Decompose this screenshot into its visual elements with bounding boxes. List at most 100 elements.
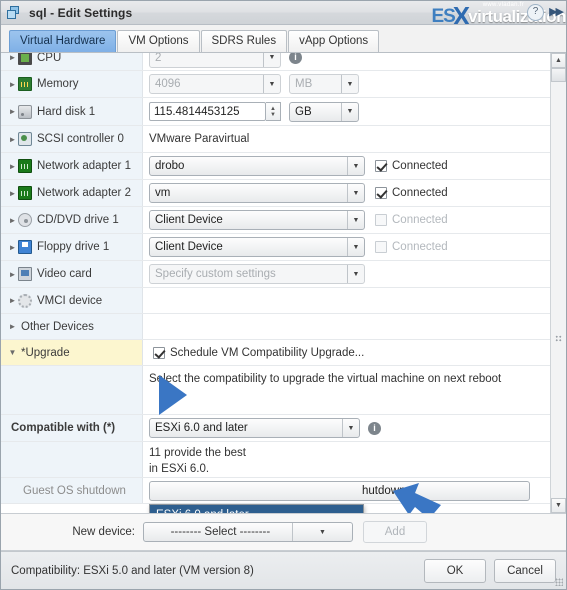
chevron-down-icon[interactable]: ▼ xyxy=(347,238,364,256)
expand-icon[interactable]: ► xyxy=(7,189,18,198)
chevron-down-icon[interactable]: ▼ xyxy=(263,75,280,93)
scrollbar-thumb[interactable] xyxy=(551,68,566,82)
compatible-with-combo[interactable]: ESXi 6.0 and later ▼ xyxy=(149,418,360,438)
help-button[interactable]: ? xyxy=(527,4,544,21)
expand-icon[interactable]: ► xyxy=(7,53,18,62)
table-row[interactable]: ► CPU 2 ▼ i xyxy=(1,53,550,71)
tab-vapp-options[interactable]: vApp Options xyxy=(288,30,380,52)
checkbox-icon[interactable] xyxy=(375,160,387,172)
table-row[interactable]: ► Floppy drive 1 Client Device ▼ Connect… xyxy=(1,234,550,261)
network-adapter-1-combo[interactable]: drobo ▼ xyxy=(149,156,365,176)
memory-unit-combo[interactable]: MB ▼ xyxy=(289,74,359,94)
table-row[interactable]: ► CD/DVD drive 1 Client Device ▼ Connect… xyxy=(1,207,550,234)
hard-disk-unit-combo[interactable]: GB ▼ xyxy=(289,101,359,122)
row-label-scsi: ► SCSI controller 0 xyxy=(1,126,143,152)
table-row[interactable]: ► VMCI device xyxy=(1,288,550,314)
annotation-cursor-info xyxy=(393,483,441,513)
table-row[interactable]: ► Other Devices xyxy=(1,314,550,340)
checkbox-icon[interactable] xyxy=(153,346,165,359)
memory-unit: MB xyxy=(295,78,313,90)
schedule-upgrade-checkbox[interactable]: Schedule VM Compatibility Upgrade... xyxy=(153,346,364,359)
network-adapter-1-connected[interactable]: Connected xyxy=(375,160,448,172)
upgrade-description-spacer xyxy=(1,366,143,414)
memory-value: 4096 xyxy=(155,78,181,90)
new-device-select[interactable]: -------- Select -------- ▼ xyxy=(143,522,353,542)
cpu-value: 2 xyxy=(155,53,162,64)
chevron-down-icon[interactable]: ▼ xyxy=(347,157,364,175)
expand-icon[interactable]: ► xyxy=(7,162,18,171)
checkbox-icon[interactable] xyxy=(375,241,387,253)
cancel-button[interactable]: Cancel xyxy=(494,558,556,583)
table-row[interactable]: ► Memory 4096 ▼ MB ▼ xyxy=(1,71,550,98)
info-icon[interactable]: i xyxy=(289,53,302,64)
hardware-grid: ► CPU 2 ▼ i ► Memory 4096 ▼ MB ▼ ► Hard … xyxy=(1,53,550,513)
stepper-down-icon[interactable]: ▼ xyxy=(270,112,276,118)
expand-icon[interactable]: ► xyxy=(7,243,18,252)
logo-x-text: X xyxy=(452,1,471,25)
network-adapter-2-combo[interactable]: vm ▼ xyxy=(149,183,365,203)
guest-os-shutdown-row[interactable]: Guest OS shutdown hutdown xyxy=(1,478,550,504)
chevron-down-icon[interactable]: ▼ xyxy=(341,75,358,93)
table-row[interactable]: ► Network adapter 2 vm ▼ Connected xyxy=(1,180,550,207)
table-row[interactable]: ► Hard disk 1 115.4814453125 ▲ ▼ GB ▼ xyxy=(1,98,550,126)
compatibility-help-spacer xyxy=(1,442,143,477)
window-resize-grip[interactable] xyxy=(555,578,563,586)
tab-bar: Virtual Hardware VM Options SDRS Rules v… xyxy=(1,25,566,53)
guest-os-shutdown-label: Guest OS shutdown xyxy=(1,478,143,503)
table-row[interactable]: ► SCSI controller 0 VMware Paravirtual xyxy=(1,126,550,153)
expand-icon[interactable]: ► xyxy=(7,296,18,305)
collapse-icon[interactable]: ▶▶ xyxy=(549,5,564,18)
tab-virtual-hardware[interactable]: Virtual Hardware xyxy=(9,30,117,52)
chevron-down-icon[interactable]: ▼ xyxy=(347,265,364,283)
ok-button[interactable]: OK xyxy=(424,558,486,583)
cpu-combo[interactable]: 2 ▼ xyxy=(149,53,281,68)
scroll-down-icon[interactable]: ▼ xyxy=(551,498,566,513)
table-row[interactable]: ► Network adapter 1 drobo ▼ Connected xyxy=(1,153,550,180)
table-row[interactable]: ► Video card Specify custom settings ▼ xyxy=(1,261,550,288)
collapse-icon[interactable]: ▼ xyxy=(7,348,18,357)
network-adapter-2-connected[interactable]: Connected xyxy=(375,187,448,199)
guest-os-shutdown-combo[interactable]: hutdown xyxy=(149,480,530,501)
chevron-down-icon[interactable]: ▼ xyxy=(291,523,352,541)
compatible-with-row[interactable]: Compatible with (*) ESXi 6.0 and later ▼… xyxy=(1,415,550,442)
memory-value-combo[interactable]: 4096 ▼ xyxy=(149,74,281,94)
scroll-up-icon[interactable]: ▲ xyxy=(551,53,566,68)
chevron-down-icon[interactable]: ▼ xyxy=(341,102,358,121)
chevron-down-icon[interactable]: ▼ xyxy=(347,211,364,229)
row-label-network-adapter-1: ► Network adapter 1 xyxy=(1,153,143,179)
annotation-arrow-upgrade xyxy=(159,375,187,415)
add-device-button[interactable]: Add xyxy=(363,521,427,543)
video-card-combo[interactable]: Specify custom settings ▼ xyxy=(149,264,365,284)
expand-icon[interactable]: ► xyxy=(7,135,18,144)
floppy-connected[interactable]: Connected xyxy=(375,241,448,253)
expand-icon[interactable]: ► xyxy=(7,216,18,225)
tab-sdrs-rules[interactable]: SDRS Rules xyxy=(200,30,288,52)
info-icon[interactable]: i xyxy=(368,421,381,435)
expand-icon[interactable]: ► xyxy=(7,107,18,116)
cpu-icon xyxy=(18,53,32,65)
scsi-controller-icon xyxy=(18,132,32,146)
floppy-combo[interactable]: Client Device ▼ xyxy=(149,237,365,257)
hard-disk-size-value: 115.4814453125 xyxy=(154,105,240,118)
checkbox-icon[interactable] xyxy=(375,214,387,226)
cd-dvd-connected[interactable]: Connected xyxy=(375,214,448,226)
chevron-down-icon[interactable]: ▼ xyxy=(347,184,364,202)
chevron-down-icon[interactable]: ▼ xyxy=(263,53,280,67)
expand-icon[interactable]: ► xyxy=(7,80,18,89)
panel-resize-grip[interactable] xyxy=(555,335,562,342)
hard-disk-size-input[interactable]: 115.4814453125 xyxy=(149,102,266,121)
checkbox-icon[interactable] xyxy=(375,187,387,199)
dropdown-option-esxi-60[interactable]: ESXi 6.0 and later xyxy=(150,505,363,513)
expand-icon[interactable]: ► xyxy=(7,322,18,331)
chevron-down-icon[interactable]: ▼ xyxy=(342,419,359,437)
expand-icon[interactable]: ► xyxy=(7,270,18,279)
row-value-other-devices xyxy=(143,314,550,339)
vertical-scrollbar[interactable]: ▲ ▼ xyxy=(550,53,566,513)
cd-dvd-combo[interactable]: Client Device ▼ xyxy=(149,210,365,230)
compatible-with-dropdown-list[interactable]: ESXi 6.0 and later ESXi 5.5 and later ES… xyxy=(149,504,364,513)
tab-vm-options[interactable]: VM Options xyxy=(117,30,200,52)
row-value-cpu: 2 ▼ i xyxy=(143,53,550,70)
compatibility-status: Compatibility: ESXi 5.0 and later (VM ve… xyxy=(11,564,254,577)
hard-disk-size-stepper[interactable]: ▲ ▼ xyxy=(266,102,281,121)
upgrade-section-row[interactable]: ▼ *Upgrade Schedule VM Compatibility Upg… xyxy=(1,340,550,366)
